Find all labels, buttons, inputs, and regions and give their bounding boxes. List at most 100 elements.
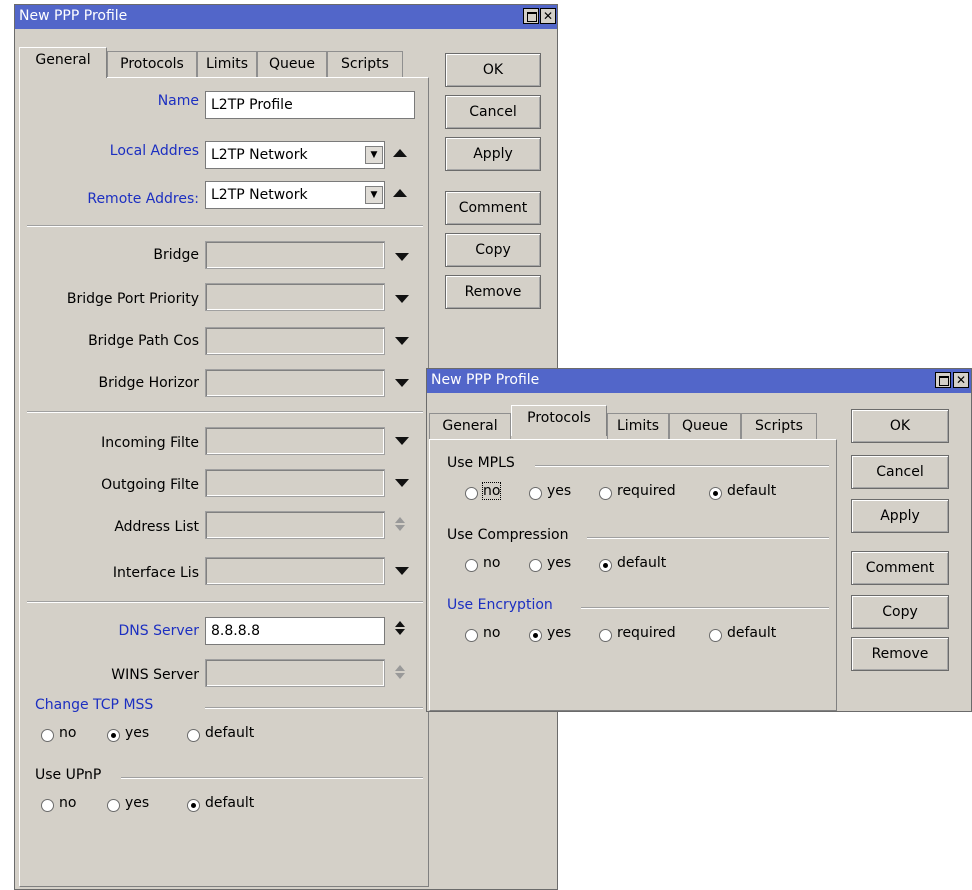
tab-limits[interactable]: Limits <box>197 51 257 77</box>
tab-queue[interactable]: Queue <box>257 51 327 77</box>
tab-general[interactable]: General <box>429 413 511 439</box>
bridge-port-priority-select[interactable] <box>205 283 385 311</box>
upnp-no-radio[interactable] <box>41 799 54 812</box>
comment-button[interactable]: Comment <box>445 191 541 225</box>
apply-button[interactable]: Apply <box>445 137 541 171</box>
up-arrow-icon[interactable] <box>393 189 407 197</box>
protocols-tab-panel <box>429 439 837 711</box>
wins-server-label: WINS Server <box>111 667 199 683</box>
tab-queue[interactable]: Queue <box>669 413 741 439</box>
dropdown-arrow-icon[interactable] <box>395 253 409 261</box>
dropdown-arrow-icon[interactable] <box>395 337 409 345</box>
tab-protocols[interactable]: Protocols <box>511 405 607 436</box>
compression-no-label: no <box>483 555 501 571</box>
tab-scripts[interactable]: Scripts <box>327 51 403 77</box>
mpls-required-label: required <box>617 483 676 499</box>
remove-button[interactable]: Remove <box>445 275 541 309</box>
tcp-mss-yes-radio[interactable] <box>107 729 120 742</box>
tcp-mss-no-radio[interactable] <box>41 729 54 742</box>
tab-scripts[interactable]: Scripts <box>741 413 817 439</box>
compression-default-label: default <box>617 555 667 571</box>
remote-address-select[interactable]: L2TP Network <box>205 181 385 209</box>
encryption-no-radio[interactable] <box>465 629 478 642</box>
encryption-default-radio[interactable] <box>709 629 722 642</box>
dropdown-arrow-icon[interactable] <box>395 295 409 303</box>
remove-button[interactable]: Remove <box>851 637 949 671</box>
dropdown-arrow-icon[interactable] <box>395 567 409 575</box>
bridge-label: Bridge <box>153 247 199 263</box>
encryption-yes-radio[interactable] <box>529 629 542 642</box>
separator <box>27 601 423 603</box>
address-list-input[interactable] <box>205 511 385 539</box>
ppp-profile-window-protocols: New PPP Profile ✕ General Protocols Limi… <box>426 368 972 712</box>
up-down-arrows-icon[interactable] <box>395 673 405 679</box>
separator <box>27 225 423 227</box>
compression-default-radio[interactable] <box>599 559 612 572</box>
name-label: Name <box>157 93 199 109</box>
compression-no-radio[interactable] <box>465 559 478 572</box>
upnp-default-radio[interactable] <box>187 799 200 812</box>
wins-server-input[interactable] <box>205 659 385 687</box>
encryption-required-radio[interactable] <box>599 629 612 642</box>
up-down-arrows-icon[interactable] <box>395 525 405 531</box>
bridge-horizon-select[interactable] <box>205 369 385 397</box>
interface-list-select[interactable] <box>205 557 385 585</box>
ok-button[interactable]: OK <box>851 409 949 443</box>
up-down-arrows-icon[interactable] <box>395 629 405 635</box>
ok-button[interactable]: OK <box>445 53 541 87</box>
use-encryption-group-label: Use Encryption <box>447 597 553 613</box>
dns-server-input[interactable]: 8.8.8.8 <box>205 617 385 645</box>
cancel-button[interactable]: Cancel <box>851 455 949 489</box>
incoming-filter-label: Incoming Filte <box>101 435 199 451</box>
tab-general[interactable]: General <box>19 47 107 78</box>
mpls-default-radio[interactable] <box>709 487 722 500</box>
bridge-path-cost-select[interactable] <box>205 327 385 355</box>
outgoing-filter-select[interactable] <box>205 469 385 497</box>
mpls-required-radio[interactable] <box>599 487 612 500</box>
apply-button[interactable]: Apply <box>851 499 949 533</box>
bridge-select[interactable] <box>205 241 385 269</box>
comment-button[interactable]: Comment <box>851 551 949 585</box>
copy-button[interactable]: Copy <box>445 233 541 267</box>
group-line <box>121 777 423 779</box>
window-titlebar[interactable]: New PPP Profile ✕ <box>15 5 557 29</box>
cancel-button[interactable]: Cancel <box>445 95 541 129</box>
compression-yes-label: yes <box>547 555 572 571</box>
close-icon[interactable]: ✕ <box>953 372 969 388</box>
encryption-required-label: required <box>617 625 676 641</box>
upnp-yes-radio[interactable] <box>107 799 120 812</box>
tab-limits[interactable]: Limits <box>607 413 669 439</box>
dropdown-arrow-icon[interactable]: ▼ <box>365 186 383 204</box>
use-compression-group-label: Use Compression <box>447 527 569 543</box>
upnp-no-label: no <box>59 795 77 811</box>
dropdown-arrow-icon[interactable] <box>395 437 409 445</box>
up-down-arrows-icon[interactable] <box>395 665 405 671</box>
outgoing-filter-label: Outgoing Filte <box>101 477 199 493</box>
maximize-icon[interactable] <box>935 372 951 388</box>
name-input[interactable]: L2TP Profile <box>205 91 415 119</box>
window-titlebar[interactable]: New PPP Profile ✕ <box>427 369 971 393</box>
dropdown-arrow-icon[interactable] <box>395 379 409 387</box>
copy-button[interactable]: Copy <box>851 595 949 629</box>
tcp-mss-default-label: default <box>205 725 255 741</box>
tab-protocols[interactable]: Protocols <box>107 51 197 77</box>
maximize-icon[interactable] <box>523 8 539 24</box>
use-mpls-group-label: Use MPLS <box>447 455 515 471</box>
compression-yes-radio[interactable] <box>529 559 542 572</box>
incoming-filter-select[interactable] <box>205 427 385 455</box>
tcp-mss-default-radio[interactable] <box>187 729 200 742</box>
interface-list-label: Interface Lis <box>112 565 199 581</box>
up-arrow-icon[interactable] <box>393 149 407 157</box>
up-down-arrows-icon[interactable] <box>395 517 405 523</box>
dropdown-arrow-icon[interactable] <box>395 479 409 487</box>
mpls-no-radio[interactable] <box>465 487 478 500</box>
up-down-arrows-icon[interactable] <box>395 621 405 627</box>
dropdown-arrow-icon[interactable]: ▼ <box>365 146 383 164</box>
local-address-label: Local Addres <box>109 143 199 159</box>
group-line <box>587 537 829 539</box>
close-icon[interactable]: ✕ <box>540 8 556 24</box>
group-line <box>205 707 423 709</box>
mpls-yes-radio[interactable] <box>529 487 542 500</box>
upnp-yes-label: yes <box>125 795 150 811</box>
local-address-select[interactable]: L2TP Network <box>205 141 385 169</box>
